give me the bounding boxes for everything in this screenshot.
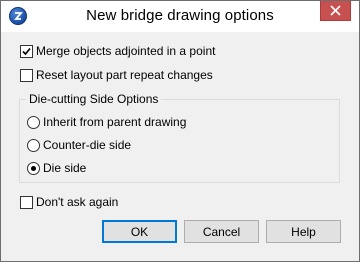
dont-ask-again-checkbox[interactable]: Don't ask again bbox=[20, 194, 118, 210]
close-button[interactable] bbox=[320, 1, 351, 21]
radio-die-side-label: Die side bbox=[43, 161, 87, 175]
merge-objects-label: Merge objects adjointed in a point bbox=[36, 44, 216, 58]
ok-button[interactable]: OK bbox=[102, 220, 177, 243]
merge-objects-checkbox[interactable]: Merge objects adjointed in a point bbox=[20, 43, 215, 59]
close-icon bbox=[330, 5, 341, 16]
radio-die-side[interactable]: Die side bbox=[27, 160, 86, 176]
radio-die-side-circle[interactable] bbox=[27, 161, 40, 175]
dont-ask-again-label: Don't ask again bbox=[36, 195, 119, 209]
die-cutting-group-label: Die-cutting Side Options bbox=[26, 92, 162, 106]
dialog-title: New bridge drawing options bbox=[86, 7, 274, 24]
help-button[interactable]: Help bbox=[266, 220, 341, 243]
cancel-button[interactable]: Cancel bbox=[184, 220, 259, 243]
radio-counter-die-circle[interactable] bbox=[27, 138, 40, 152]
reset-layout-label: Reset layout part repeat changes bbox=[36, 68, 213, 82]
merge-objects-box[interactable] bbox=[20, 44, 33, 58]
radio-counter-die-label: Counter-die side bbox=[43, 138, 132, 152]
checkmark-icon bbox=[22, 47, 31, 55]
reset-layout-checkbox[interactable]: Reset layout part repeat changes bbox=[20, 67, 213, 83]
title-bar[interactable]: New bridge drawing options bbox=[1, 1, 359, 32]
dont-ask-again-box[interactable] bbox=[20, 195, 33, 209]
radio-inherit-parent[interactable]: Inherit from parent drawing bbox=[27, 114, 186, 130]
reset-layout-box[interactable] bbox=[20, 68, 33, 82]
radio-inherit-parent-label: Inherit from parent drawing bbox=[43, 115, 187, 129]
radio-inherit-parent-circle[interactable] bbox=[27, 115, 40, 129]
radio-counter-die[interactable]: Counter-die side bbox=[27, 137, 131, 153]
